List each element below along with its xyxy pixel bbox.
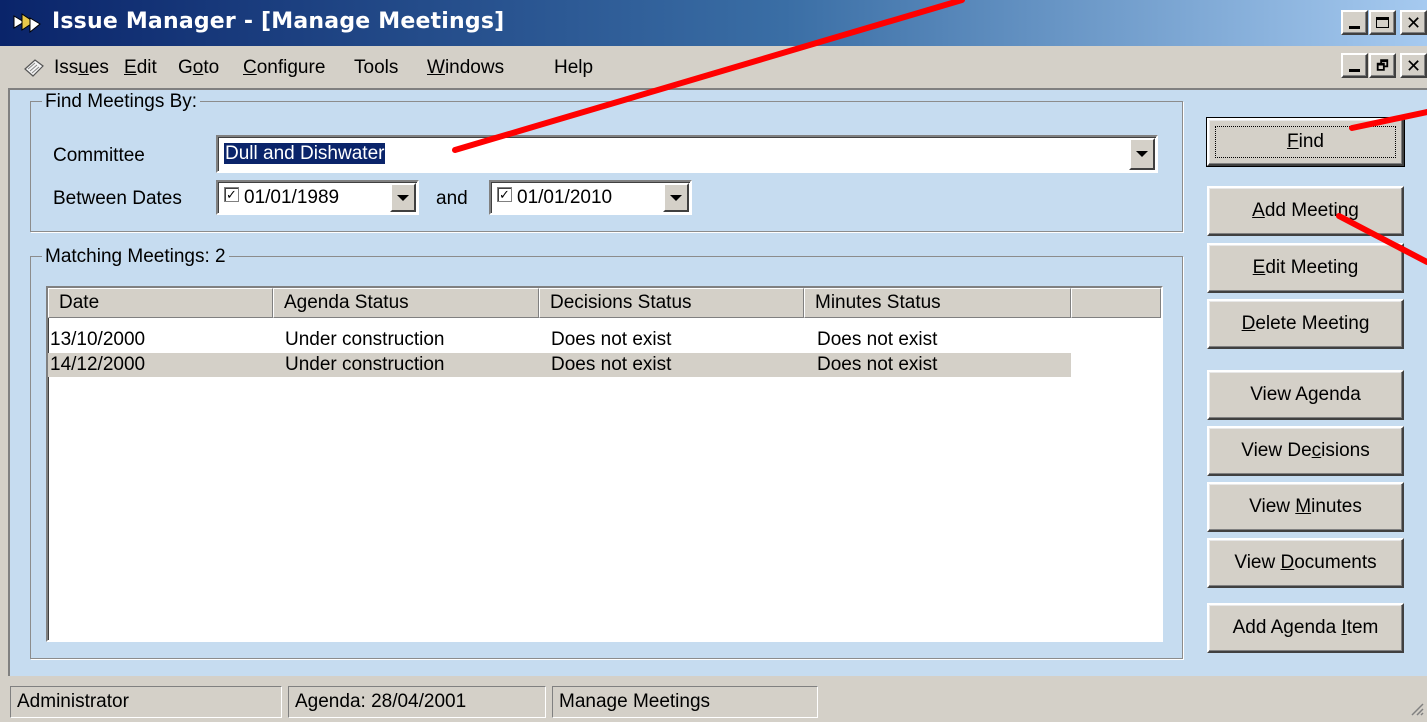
status-agenda: Agenda: 28/04/2001 xyxy=(288,686,546,718)
close-icon: ✕ xyxy=(1405,12,1422,33)
close-button[interactable]: ✕ xyxy=(1400,10,1427,35)
date-to-checkbox[interactable]: ✓ xyxy=(497,187,512,202)
view-minutes-button[interactable]: View Minutes xyxy=(1207,482,1404,532)
delete-meeting-label: Delete Meeting xyxy=(1241,313,1370,334)
column-header-decisions-status[interactable]: Decisions Status xyxy=(539,288,804,318)
date-from-picker[interactable]: ✓ 01/01/1989 xyxy=(216,180,419,215)
menu-item-help[interactable]: Help xyxy=(554,57,593,79)
resize-grip-icon[interactable] xyxy=(1408,700,1424,716)
add-meeting-button[interactable]: Add Meeting xyxy=(1207,186,1404,236)
column-header-date[interactable]: Date xyxy=(48,288,273,318)
find-meetings-legend: Find Meetings By: xyxy=(42,91,201,113)
column-header-filler xyxy=(1071,288,1161,318)
matching-meetings-legend: Matching Meetings: 2 xyxy=(42,246,229,268)
committee-combo[interactable]: Dull and Dishwater xyxy=(216,135,1158,173)
view-decisions-button[interactable]: View Decisions xyxy=(1207,426,1404,476)
cell-date: 14/12/2000 xyxy=(50,354,146,375)
focus-indicator xyxy=(1215,126,1396,158)
find-button[interactable]: Find xyxy=(1206,117,1405,167)
column-header-agenda-status[interactable]: Agenda Status xyxy=(273,288,539,318)
view-agenda-button[interactable]: View Agenda xyxy=(1207,370,1404,420)
date-to-picker[interactable]: ✓ 01/01/2010 xyxy=(489,180,692,215)
status-screen: Manage Meetings xyxy=(552,686,818,718)
date-from-dropdown-button[interactable] xyxy=(390,183,416,212)
and-label: and xyxy=(436,188,468,209)
cell-minutes-status: Does not exist xyxy=(817,354,938,375)
add-agenda-item-label: Add Agenda Item xyxy=(1232,617,1379,638)
table-row-selected[interactable]: 14/12/2000 Under construction Does not e… xyxy=(48,353,1071,377)
maximize-icon xyxy=(1376,17,1389,28)
date-from-value: 01/01/1989 xyxy=(244,187,340,208)
menu-item-goto[interactable]: Goto xyxy=(178,57,219,79)
view-documents-label: View Documents xyxy=(1234,552,1377,573)
edit-meeting-button[interactable]: Edit Meeting xyxy=(1207,243,1404,293)
table-row[interactable]: 13/10/2000 Under construction Does not e… xyxy=(48,328,1161,352)
between-dates-label: Between Dates xyxy=(53,188,182,209)
close-icon: ✕ xyxy=(1405,55,1422,76)
committee-label: Committee xyxy=(53,145,145,166)
menu-item-edit[interactable]: Edit xyxy=(124,57,157,79)
maximize-button[interactable] xyxy=(1369,10,1396,35)
mdi-restore-button[interactable]: 🗗 xyxy=(1369,53,1396,78)
committee-dropdown-button[interactable] xyxy=(1129,138,1155,170)
meetings-list[interactable]: Date Agenda Status Decisions Status Minu… xyxy=(46,286,1163,642)
menu-item-windows[interactable]: Windows xyxy=(427,57,504,79)
menu-item-configure[interactable]: Configure xyxy=(243,57,325,79)
menu-item-tools[interactable]: Tools xyxy=(354,57,398,79)
date-to-dropdown-button[interactable] xyxy=(663,183,689,212)
view-agenda-label: View Agenda xyxy=(1250,384,1361,405)
cell-decisions-status: Does not exist xyxy=(551,354,672,375)
mdi-close-button[interactable]: ✕ xyxy=(1400,53,1427,78)
cell-agenda-status: Under construction xyxy=(285,329,445,350)
cell-agenda-status: Under construction xyxy=(285,354,445,375)
chevron-down-icon xyxy=(397,194,409,201)
window-title: Issue Manager - [Manage Meetings] xyxy=(52,9,505,34)
mdi-minimize-button[interactable] xyxy=(1341,53,1368,78)
restore-icon: 🗗 xyxy=(1376,58,1389,73)
checkmark-icon: ✓ xyxy=(226,187,237,202)
chevron-down-icon xyxy=(670,194,682,201)
add-meeting-label: Add Meeting xyxy=(1252,200,1359,221)
cell-minutes-status: Does not exist xyxy=(817,329,938,350)
committee-value: Dull and Dishwater xyxy=(224,143,386,164)
add-agenda-item-button[interactable]: Add Agenda Item xyxy=(1207,603,1404,653)
date-to-value: 01/01/2010 xyxy=(517,187,613,208)
minimize-icon xyxy=(1349,69,1360,72)
delete-meeting-button[interactable]: Delete Meeting xyxy=(1207,299,1404,349)
view-minutes-label: View Minutes xyxy=(1249,496,1362,517)
chevron-down-icon xyxy=(1136,151,1148,157)
edit-meeting-label: Edit Meeting xyxy=(1252,257,1359,278)
menu-item-issues[interactable]: Issues xyxy=(54,57,109,79)
column-header-minutes-status[interactable]: Minutes Status xyxy=(804,288,1071,318)
checkmark-icon: ✓ xyxy=(499,187,510,202)
status-user: Administrator xyxy=(10,686,282,718)
minimize-button[interactable] xyxy=(1341,10,1368,35)
document-icon[interactable] xyxy=(22,57,46,79)
minimize-icon xyxy=(1349,26,1360,29)
date-from-checkbox[interactable]: ✓ xyxy=(224,187,239,202)
view-decisions-label: View Decisions xyxy=(1241,440,1370,461)
view-documents-button[interactable]: View Documents xyxy=(1207,538,1404,588)
app-icon[interactable] xyxy=(12,10,42,36)
cell-decisions-status: Does not exist xyxy=(551,329,672,350)
cell-date: 13/10/2000 xyxy=(50,329,146,350)
